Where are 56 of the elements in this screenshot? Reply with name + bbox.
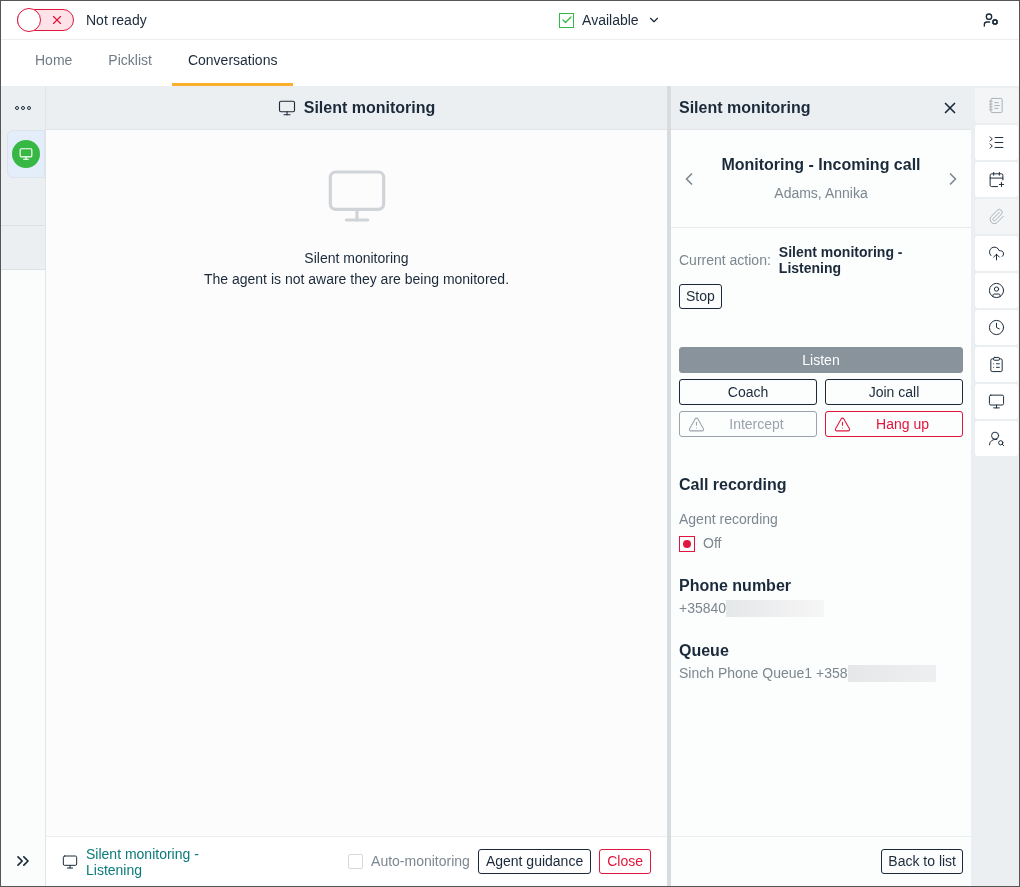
section-heading: Call recording	[679, 475, 788, 495]
action-button[interactable]: Join call	[825, 379, 963, 405]
monitor-icon	[277, 98, 296, 117]
side-rail-button[interactable]	[974, 162, 1018, 197]
tab[interactable]: Home	[19, 50, 89, 86]
auto-monitoring-checkbox[interactable]	[348, 854, 364, 869]
tab[interactable]: Picklist	[92, 50, 168, 86]
warning-icon	[834, 415, 851, 433]
clipboard-icon	[987, 356, 1005, 373]
clock-icon	[987, 319, 1005, 336]
action-button[interactable]: Hang up	[825, 411, 963, 437]
phone-number: +35840	[679, 599, 727, 618]
empty-text: The agent is not aware they are being monitored.	[203, 270, 510, 289]
recording-label: Agent recording	[679, 510, 779, 529]
monitor-icon	[62, 853, 78, 870]
footer-button[interactable]: Agent guidance	[477, 849, 592, 874]
notes-icon	[987, 97, 1005, 114]
section-heading: Queue	[679, 641, 730, 661]
warning-icon	[688, 415, 705, 433]
monitor-icon	[987, 393, 1005, 410]
call-title: Monitoring - Incoming call	[721, 155, 921, 175]
status-toggle[interactable]	[17, 9, 74, 31]
stop-button[interactable]: Stop	[679, 284, 722, 309]
side-rail-button[interactable]	[974, 236, 1018, 271]
availability-checkbox[interactable]	[559, 12, 575, 28]
availability-dropdown[interactable]: Available	[559, 9, 661, 31]
caller-name: Adams, Annika	[774, 184, 868, 203]
side-rail-button[interactable]	[974, 310, 1018, 345]
side-rail-button[interactable]	[974, 421, 1018, 456]
side-rail-button[interactable]	[974, 125, 1018, 160]
auto-monitoring-label: Auto-monitoring	[371, 852, 470, 871]
monitoring-status: Silent monitoring - Listening	[86, 845, 200, 878]
status-label: Not ready	[86, 10, 147, 30]
paperclip-icon	[987, 208, 1005, 225]
user-settings-icon[interactable]	[983, 12, 999, 28]
user-icon	[987, 282, 1005, 299]
back-to-list-button[interactable]: Back to list	[881, 849, 963, 874]
empty-title: Silent monitoring	[304, 249, 409, 268]
footer-button[interactable]: Close	[599, 849, 651, 874]
user-search-icon	[987, 430, 1005, 447]
action-button[interactable]: Coach	[679, 379, 817, 405]
current-action-value: Silent monitoring - Listening	[778, 244, 904, 276]
calendar-icon	[987, 171, 1005, 188]
monitor-icon	[12, 140, 40, 168]
side-rail-button[interactable]	[974, 273, 1018, 308]
side-rail-button[interactable]	[974, 347, 1018, 382]
list-icon	[987, 134, 1005, 151]
cloud-upload-icon	[987, 245, 1005, 262]
close-icon	[50, 13, 64, 27]
panel-title: Silent monitoring	[679, 97, 812, 118]
recording-value: Off	[703, 534, 722, 553]
current-action-label: Current action:	[679, 251, 771, 270]
section-heading: Phone number	[679, 576, 792, 596]
center-title: Silent monitoring	[303, 97, 436, 118]
side-rail-button[interactable]	[974, 384, 1018, 419]
queue-value: Sinch Phone Queue1 +358	[679, 664, 848, 683]
